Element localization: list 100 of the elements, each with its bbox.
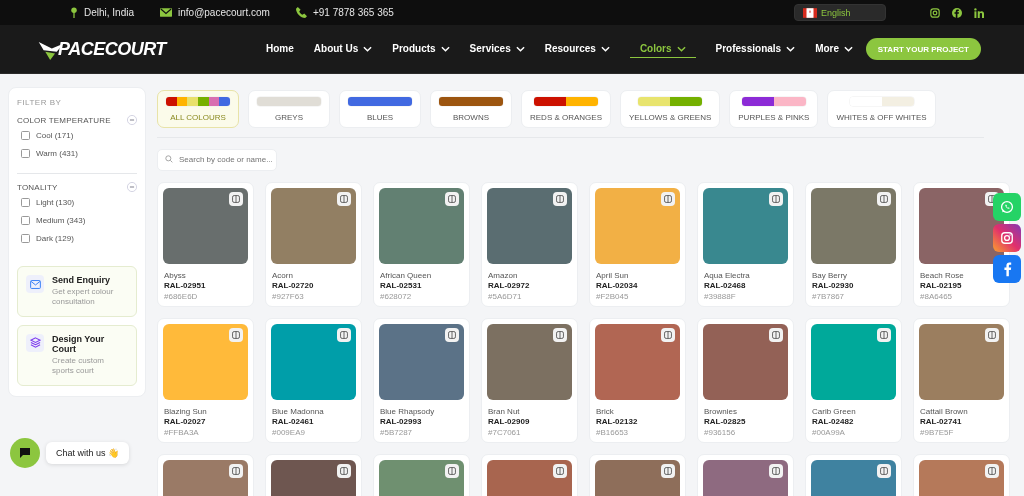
compare-icon[interactable] [985, 464, 999, 478]
color-card[interactable]: Bran Nut RAL-02909 #7C7061 [481, 318, 578, 443]
color-card[interactable]: Amazon RAL-02972 #5A6D71 [481, 182, 578, 307]
hex-value: #9B7E5F [920, 428, 955, 437]
nav-link[interactable]: About Us [313, 40, 373, 58]
compare-icon[interactable] [337, 464, 351, 478]
nav-link[interactable]: More [815, 40, 854, 58]
nav-link[interactable]: Products [392, 40, 450, 58]
color-name: Bran Nut [488, 407, 521, 416]
chat-label[interactable]: Chat with us 👋 [46, 442, 130, 464]
action-card[interactable]: Design Your Court Create custom sports court [17, 324, 137, 386]
category-tab[interactable]: GREYS [248, 90, 330, 128]
color-code: RAL-02027 [164, 417, 207, 426]
color-name: Blazing Sun [164, 407, 208, 416]
compare-icon[interactable] [229, 464, 243, 478]
compare-icon[interactable] [445, 328, 459, 342]
color-card[interactable]: Abyss RAL-02951 #686E6D [157, 182, 254, 307]
color-card[interactable]: Brick RAL-02132 #B16653 [589, 318, 686, 443]
compare-icon[interactable] [553, 464, 567, 478]
compare-icon[interactable] [769, 192, 783, 206]
color-card[interactable]: Cattail Brown RAL-02741 #9B7E5F [913, 318, 1010, 443]
language-selector[interactable]: English [794, 4, 886, 21]
compare-icon[interactable] [877, 464, 891, 478]
hex-value: #00A99A [812, 428, 846, 437]
color-name: Abyss [164, 271, 187, 280]
hex-value: #628072 [380, 292, 413, 301]
color-card[interactable]: African Queen RAL-02531 #628072 [373, 182, 470, 307]
hex-value: #F2B045 [596, 292, 630, 301]
category-tab[interactable]: PURPLES & PINKS [729, 90, 819, 128]
email-link[interactable]: info@pacecourt.com [178, 7, 270, 18]
compare-icon[interactable] [553, 328, 567, 342]
linkedin-icon[interactable] [974, 7, 984, 18]
action-card[interactable]: Send Enquiry Get expert colour consultation [17, 266, 137, 317]
category-tab[interactable]: WHITES & OFF WHITES [827, 90, 936, 128]
compare-icon[interactable] [661, 192, 675, 206]
logo-text[interactable]: PACECOURT [58, 38, 166, 60]
nav-link[interactable]: Home [266, 40, 294, 58]
color-name: Amazon [488, 271, 519, 280]
compare-icon[interactable] [553, 192, 567, 206]
facebook-icon[interactable] [952, 7, 962, 18]
compare-icon[interactable] [877, 192, 891, 206]
color-code: RAL-02482 [812, 417, 855, 426]
phone-link[interactable]: +91 7878 365 365 [312, 7, 394, 18]
color-code: RAL-02993 [380, 417, 423, 426]
card-title: Design Your Court [52, 333, 106, 354]
compare-icon[interactable] [337, 328, 351, 342]
compare-icon[interactable] [877, 328, 891, 342]
checkbox[interactable] [21, 234, 30, 243]
chat-button[interactable] [10, 438, 40, 468]
chat-icon [19, 447, 31, 459]
color-card[interactable]: Carib Green RAL-02482 #00A99A [805, 318, 902, 443]
nav-link[interactable]: Colors [629, 40, 696, 58]
hex-value: #B16653 [596, 428, 630, 437]
compare-icon[interactable] [229, 192, 243, 206]
color-card[interactable]: April Sun RAL-02034 #F2B045 [589, 182, 686, 307]
compare-icon[interactable] [661, 328, 675, 342]
instagram-icon[interactable] [930, 7, 940, 18]
color-card[interactable]: Bay Berry RAL-02930 #7B7867 [805, 182, 902, 307]
filter-group-title: COLOR TEMPERATURE [17, 115, 111, 125]
compare-icon[interactable] [337, 192, 351, 206]
filter-option-label: Warm (431) [36, 149, 78, 158]
nav-link[interactable]: Professionals [715, 40, 796, 58]
instagram-icon[interactable] [993, 224, 1021, 252]
compare-icon[interactable] [985, 328, 999, 342]
search-field[interactable]: Search by code or name... [157, 148, 277, 171]
nav-link[interactable]: Resources [544, 40, 610, 58]
color-card[interactable]: Blue Rhapsody RAL-02993 #5B7287 [373, 318, 470, 443]
category-tab[interactable]: YELLOWS & GREENS [620, 90, 721, 128]
checkbox[interactable] [21, 149, 30, 158]
nav-link[interactable]: Services [469, 40, 525, 58]
color-card[interactable]: Blue Madonna RAL-02461 #009EA9 [265, 318, 362, 443]
location-pin-icon [70, 7, 78, 18]
color-code: RAL-02468 [704, 281, 747, 290]
checkbox[interactable] [21, 198, 30, 207]
compare-icon[interactable] [769, 328, 783, 342]
compare-icon[interactable] [445, 192, 459, 206]
compare-icon[interactable] [229, 328, 243, 342]
color-card[interactable]: Blazing Sun RAL-02027 #FFBA3A [157, 318, 254, 443]
hex-value: #7B7867 [812, 292, 846, 301]
compare-icon[interactable] [769, 464, 783, 478]
color-card[interactable]: Acorn RAL-02720 #927F63 [265, 182, 362, 307]
color-code: RAL-02720 [272, 281, 315, 290]
color-card[interactable]: Brownies RAL-02825 #936156 [697, 318, 794, 443]
checkbox[interactable] [21, 216, 30, 225]
category-tab[interactable]: BLUES [339, 90, 421, 128]
category-tab[interactable]: ALL COLOURS [157, 90, 239, 128]
color-name: Brick [596, 407, 615, 416]
layers-icon [26, 333, 44, 352]
color-card[interactable]: Aqua Electra RAL-02468 #39888F [697, 182, 794, 307]
compare-icon[interactable] [661, 464, 675, 478]
compare-icon[interactable] [445, 464, 459, 478]
color-code: RAL-02461 [272, 417, 315, 426]
facebook-icon[interactable] [993, 255, 1021, 283]
checkbox[interactable] [21, 131, 30, 140]
category-tab[interactable]: BROWNS [430, 90, 512, 128]
hex-value: #5B7287 [380, 428, 414, 437]
hex-value: #7C7061 [488, 428, 522, 437]
category-tab[interactable]: REDS & ORANGES [521, 90, 611, 128]
color-name: Blue Madonna [272, 407, 325, 416]
location-text: Delhi, India [84, 7, 135, 18]
